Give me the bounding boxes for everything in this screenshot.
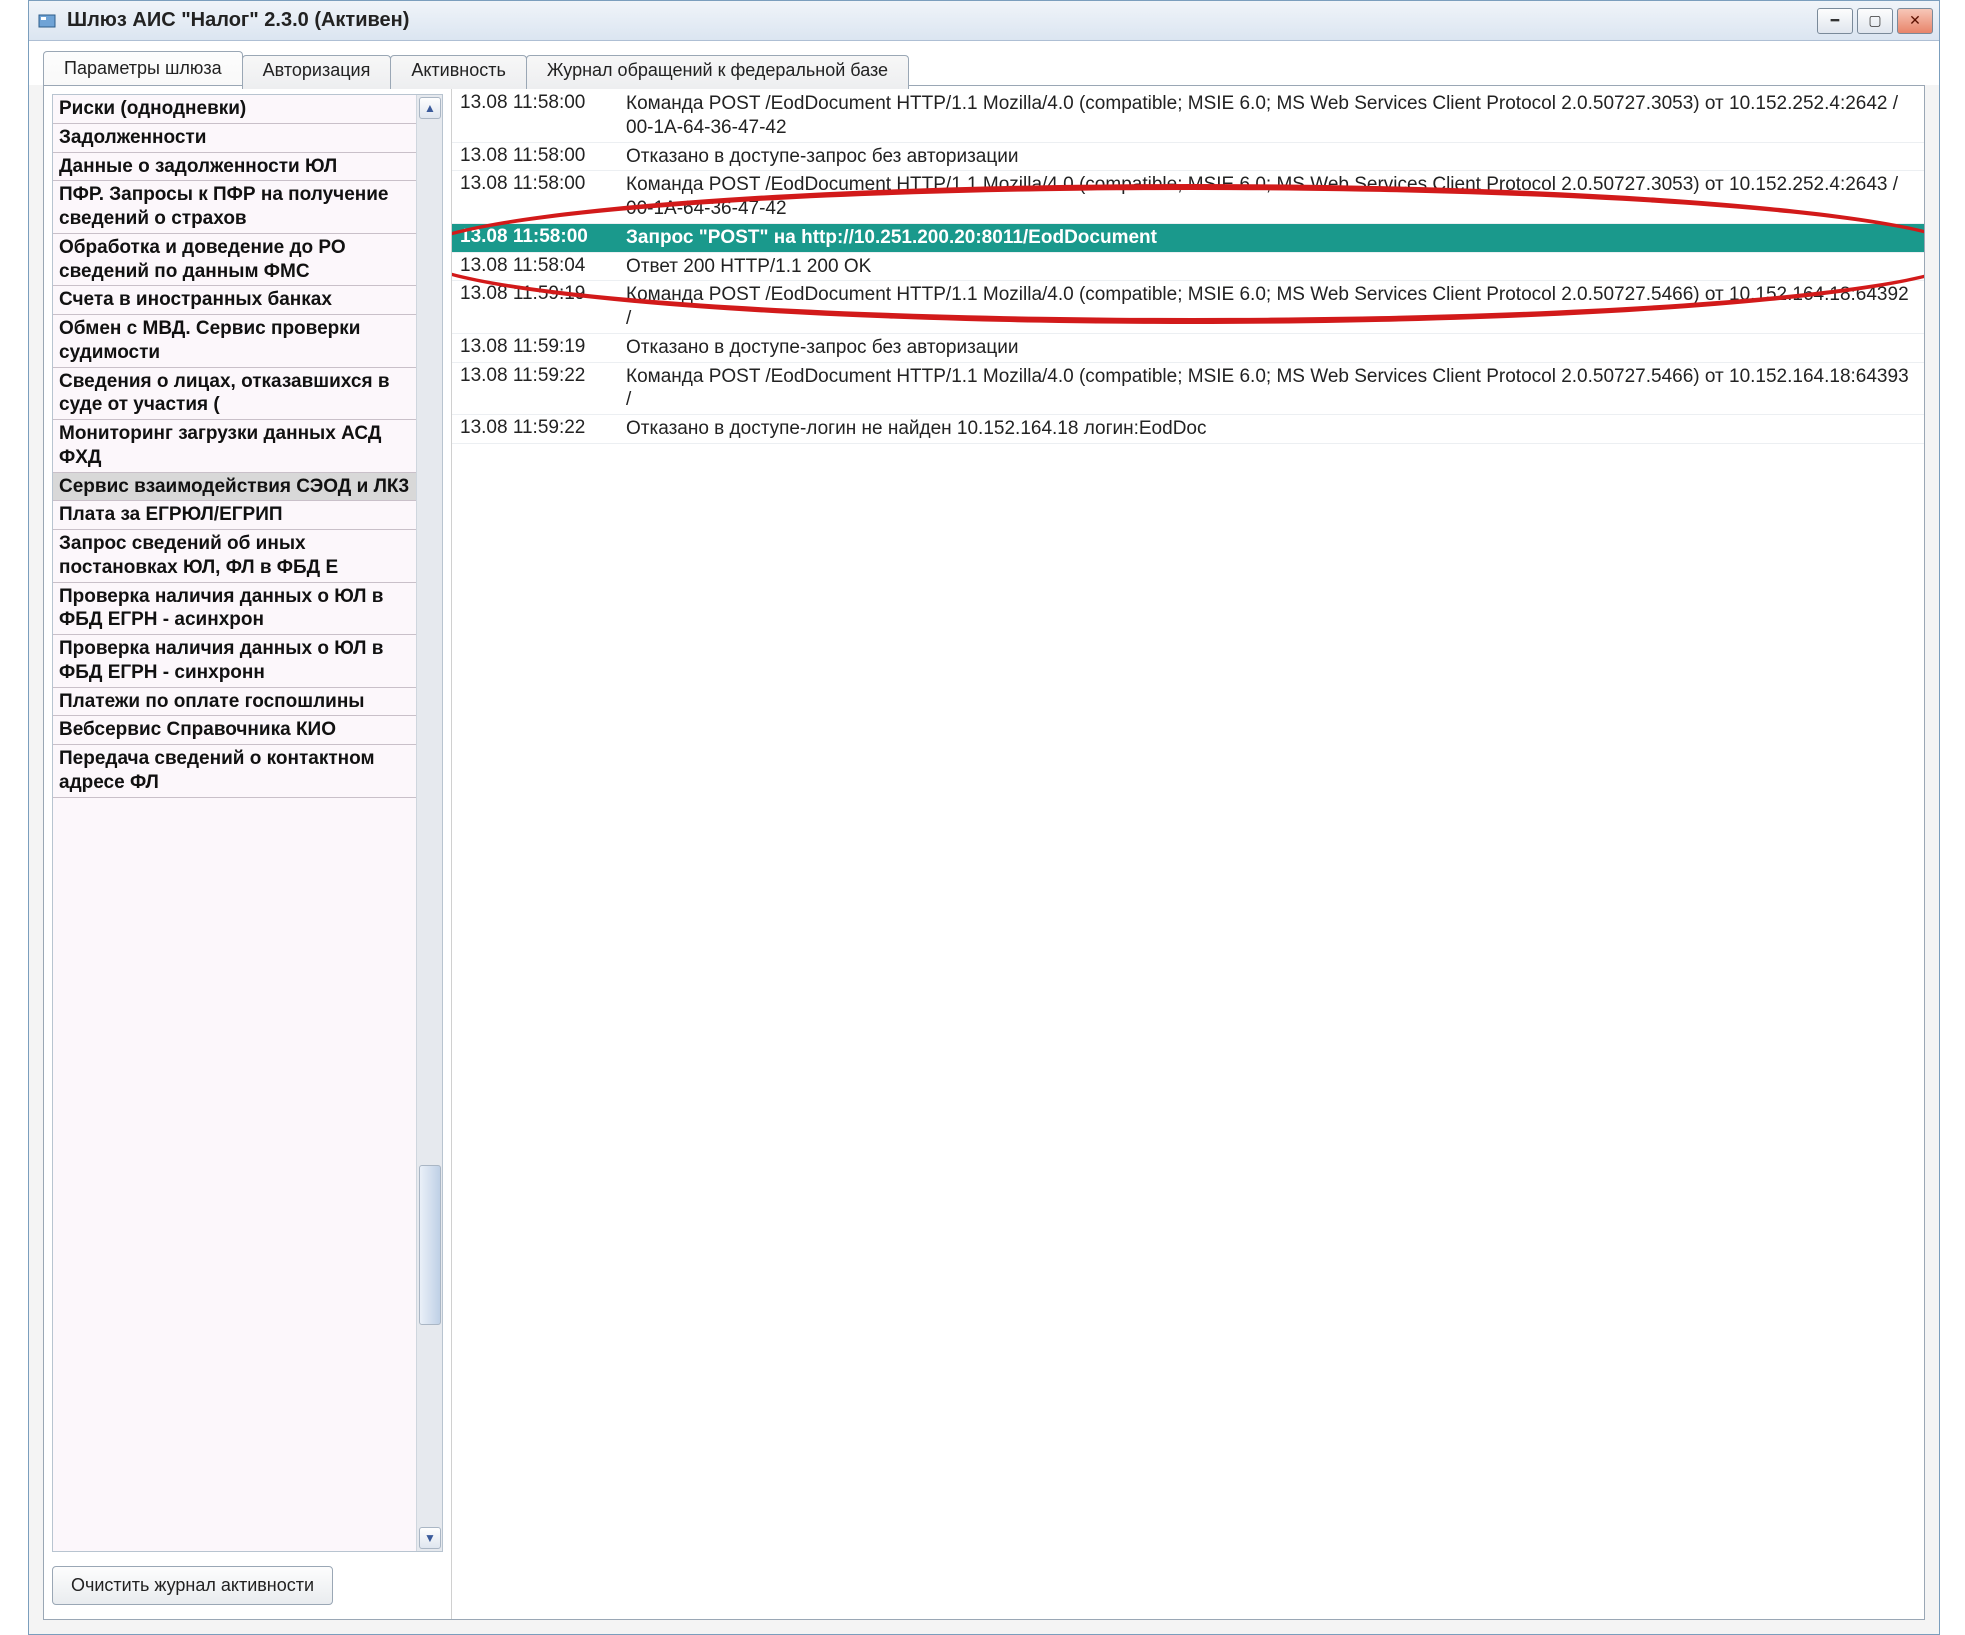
content-panel: Риски (однодневки)ЗадолженностиДанные о … [43, 85, 1925, 1620]
maximize-button[interactable]: ▢ [1857, 8, 1893, 34]
log-message: Отказано в доступе-запрос без авторизаци… [622, 143, 1924, 171]
log-message: Команда POST /EodDocument HTTP/1.1 Mozil… [622, 90, 1924, 142]
log-time: 13.08 11:58:00 [452, 143, 622, 169]
log-row-0[interactable]: 13.08 11:58:00Команда POST /EodDocument … [452, 90, 1924, 143]
log-message: Команда POST /EodDocument HTTP/1.1 Mozil… [622, 363, 1924, 415]
log-message: Запрос "POST" на http://10.251.200.20:80… [622, 224, 1924, 252]
log-time: 13.08 11:59:19 [452, 334, 622, 360]
close-button[interactable]: ✕ [1897, 8, 1933, 34]
sidebar-item-0[interactable]: Риски (однодневки) [53, 95, 416, 124]
sidebar-item-16[interactable]: Передача сведений о контактном адресе ФЛ [53, 745, 416, 798]
sidebar-item-14[interactable]: Платежи по оплате госпошлины [53, 688, 416, 717]
tab-2[interactable]: Активность [390, 55, 527, 89]
clear-log-button[interactable]: Очистить журнал активности [52, 1566, 333, 1605]
log-message: Команда POST /EodDocument HTTP/1.1 Mozil… [622, 281, 1924, 333]
titlebar: Шлюз АИС "Налог" 2.3.0 (Активен) ━ ▢ ✕ [29, 1, 1939, 41]
sidebar-item-7[interactable]: Сведения о лицах, отказавшихся в суде от… [53, 368, 416, 421]
tab-1[interactable]: Авторизация [242, 55, 392, 89]
log-row-4[interactable]: 13.08 11:58:04Ответ 200 HTTP/1.1 200 OK [452, 253, 1924, 282]
minimize-button[interactable]: ━ [1817, 8, 1853, 34]
log-time: 13.08 11:59:22 [452, 363, 622, 389]
activity-log[interactable]: 13.08 11:58:00Команда POST /EodDocument … [452, 86, 1924, 1619]
log-time: 13.08 11:59:19 [452, 281, 622, 307]
sidebar-item-8[interactable]: Мониторинг загрузки данных АСД ФХД [53, 420, 416, 473]
tabs-bar: Параметры шлюзаАвторизацияАктивностьЖурн… [29, 41, 1939, 85]
sidebar-item-3[interactable]: ПФР. Запросы к ПФР на получение сведений… [53, 181, 416, 234]
tab-0[interactable]: Параметры шлюза [43, 51, 243, 85]
sidebar-listbox[interactable]: Риски (однодневки)ЗадолженностиДанные о … [52, 94, 443, 1552]
log-row-6[interactable]: 13.08 11:59:19Отказано в доступе-запрос … [452, 334, 1924, 363]
log-time: 13.08 11:58:04 [452, 253, 622, 279]
sidebar-item-12[interactable]: Проверка наличия данных о ЮЛ в ФБД ЕГРН … [53, 583, 416, 636]
sidebar-item-10[interactable]: Плата за ЕГРЮЛ/ЕГРИП [53, 501, 416, 530]
sidebar-item-11[interactable]: Запрос сведений об иных постановках ЮЛ, … [53, 530, 416, 583]
sidebar-item-9[interactable]: Сервис взаимодействия СЭОД и ЛК3 [53, 473, 416, 502]
scroll-down-button[interactable]: ▼ [419, 1527, 441, 1549]
log-time: 13.08 11:58:00 [452, 90, 622, 116]
log-row-1[interactable]: 13.08 11:58:00Отказано в доступе-запрос … [452, 143, 1924, 172]
sidebar-item-4[interactable]: Обработка и доведение до РО сведений по … [53, 234, 416, 287]
app-window: Шлюз АИС "Налог" 2.3.0 (Активен) ━ ▢ ✕ П… [28, 0, 1940, 1635]
sidebar-item-15[interactable]: Вебсервис Справочника КИО [53, 716, 416, 745]
log-time: 13.08 11:59:22 [452, 415, 622, 441]
log-row-8[interactable]: 13.08 11:59:22Отказано в доступе-логин н… [452, 415, 1924, 444]
log-row-5[interactable]: 13.08 11:59:19Команда POST /EodDocument … [452, 281, 1924, 334]
log-message: Ответ 200 HTTP/1.1 200 OK [622, 253, 1924, 281]
scroll-thumb[interactable] [419, 1165, 441, 1325]
log-message: Отказано в доступе-логин не найден 10.15… [622, 415, 1924, 443]
log-message: Команда POST /EodDocument HTTP/1.1 Mozil… [622, 171, 1924, 223]
app-icon [35, 9, 59, 33]
window-buttons: ━ ▢ ✕ [1817, 8, 1933, 34]
sidebar-item-2[interactable]: Данные о задолженности ЮЛ [53, 153, 416, 182]
sidebar-item-1[interactable]: Задолженности [53, 124, 416, 153]
sidebar-scrollbar[interactable]: ▲ ▼ [416, 95, 442, 1551]
scroll-up-button[interactable]: ▲ [419, 97, 441, 119]
sidebar-item-13[interactable]: Проверка наличия данных о ЮЛ в ФБД ЕГРН … [53, 635, 416, 688]
log-message: Отказано в доступе-запрос без авторизаци… [622, 334, 1924, 362]
tab-3[interactable]: Журнал обращений к федеральной базе [526, 55, 909, 89]
log-time: 13.08 11:58:00 [452, 224, 622, 250]
log-row-7[interactable]: 13.08 11:59:22Команда POST /EodDocument … [452, 363, 1924, 416]
sidebar-item-5[interactable]: Счета в иностранных банках [53, 286, 416, 315]
log-time: 13.08 11:58:00 [452, 171, 622, 197]
log-row-3[interactable]: 13.08 11:58:00Запрос "POST" на http://10… [452, 224, 1924, 253]
log-row-2[interactable]: 13.08 11:58:00Команда POST /EodDocument … [452, 171, 1924, 224]
sidebar-panel: Риски (однодневки)ЗадолженностиДанные о … [44, 86, 452, 1619]
window-title: Шлюз АИС "Налог" 2.3.0 (Активен) [67, 9, 1817, 32]
sidebar-item-6[interactable]: Обмен с МВД. Сервис проверки судимости [53, 315, 416, 368]
